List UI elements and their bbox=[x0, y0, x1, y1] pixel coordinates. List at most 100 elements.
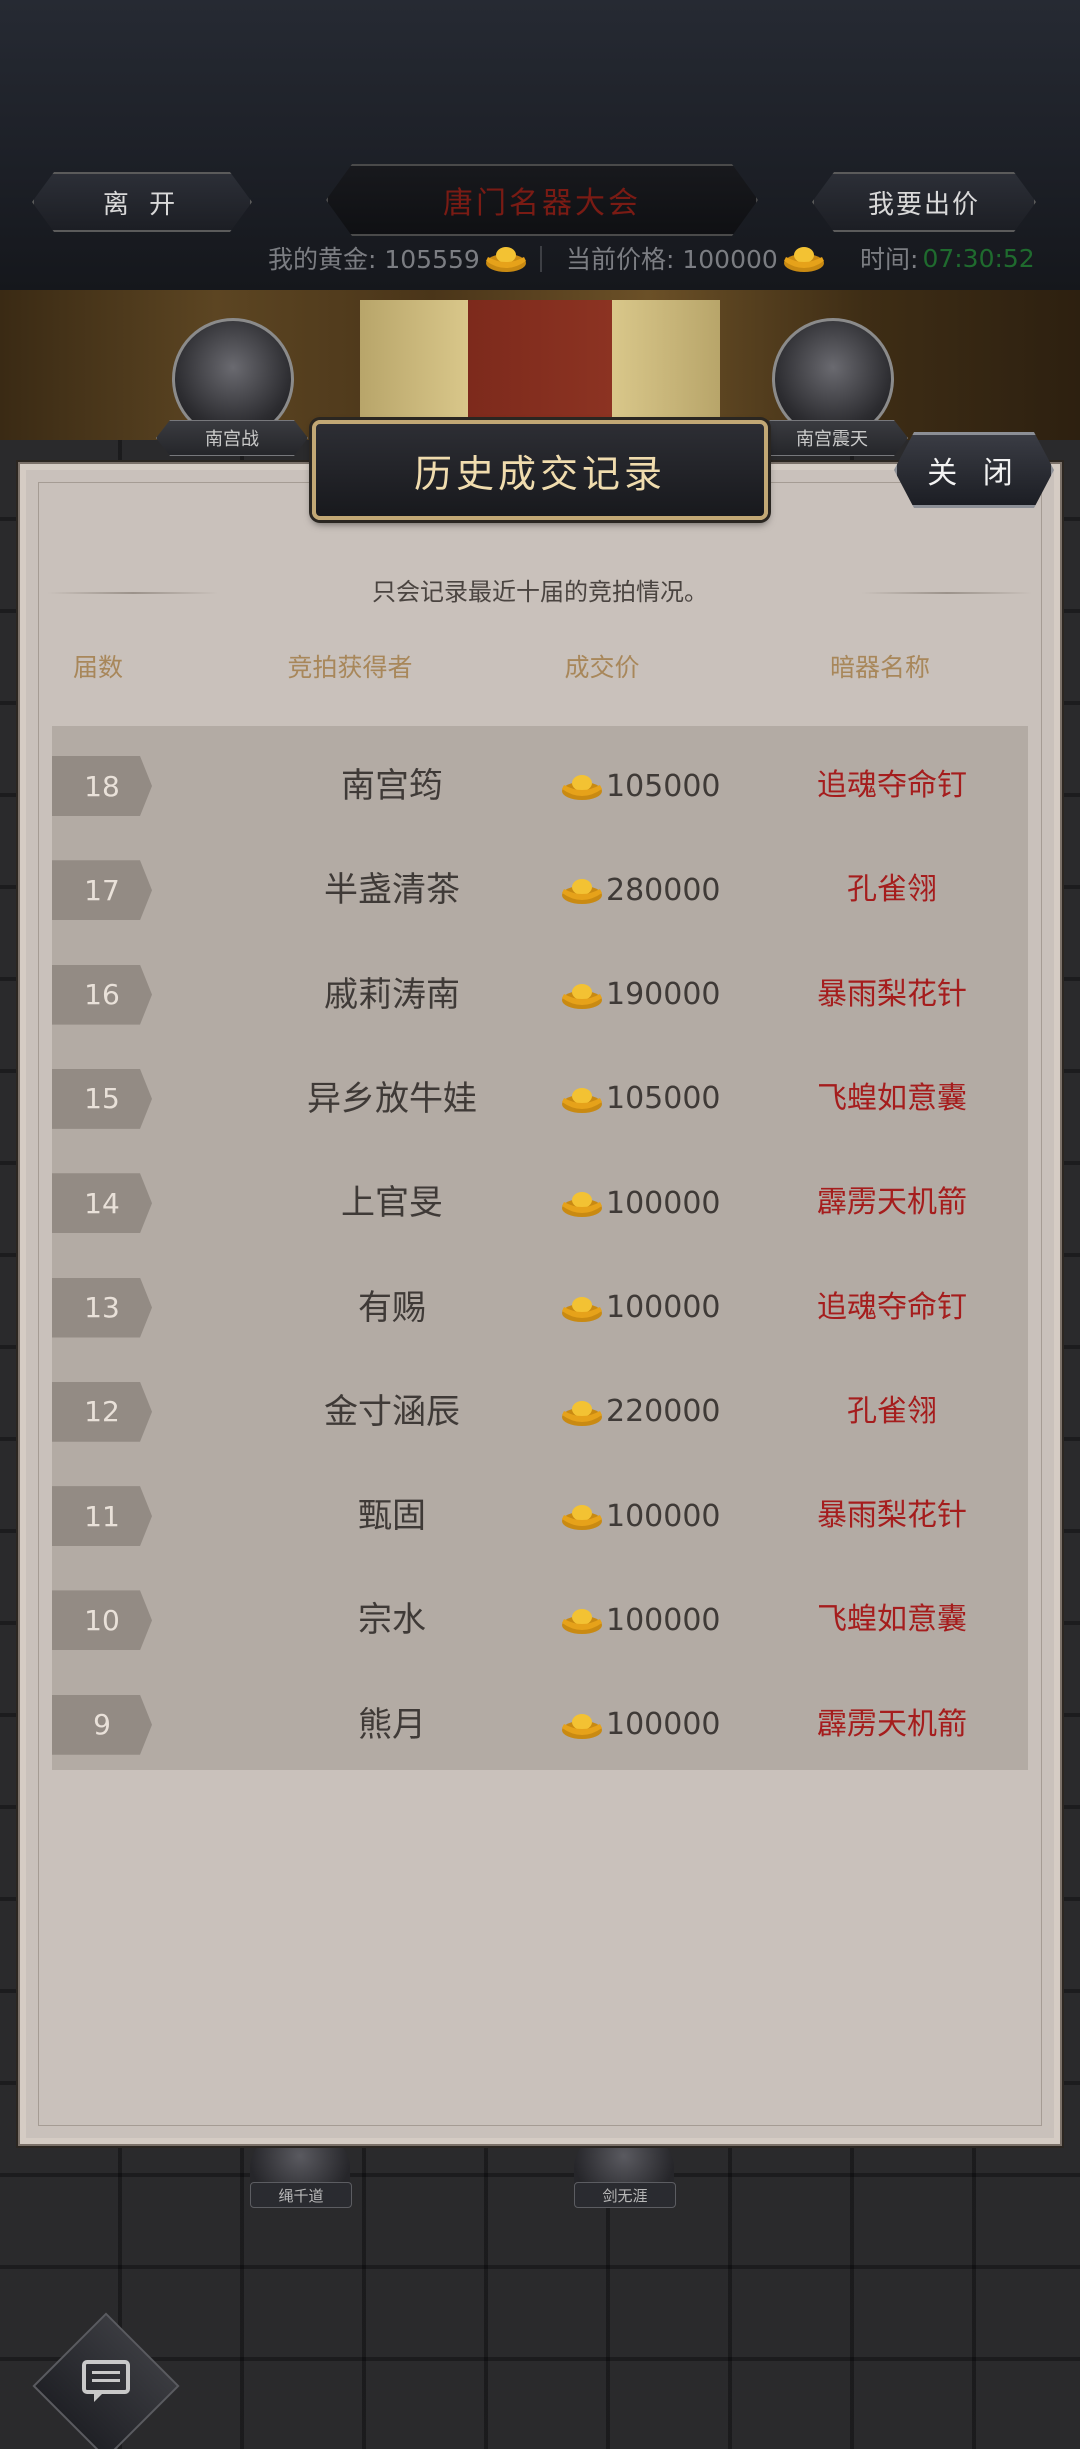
gold-ingot-icon bbox=[562, 1713, 602, 1739]
round-number: 9 bbox=[52, 1694, 152, 1755]
winner-name: 宗水 bbox=[358, 1600, 426, 1641]
deal-price-value: 100000 bbox=[606, 1290, 721, 1325]
deal-price: 190000 bbox=[560, 965, 760, 1025]
hall-door bbox=[360, 300, 720, 440]
my-gold-label: 我的黄金: 105559 bbox=[268, 245, 480, 274]
timer-label: 时间: bbox=[860, 245, 919, 274]
column-header-round: 届数 bbox=[72, 653, 123, 682]
gold-ingot-icon bbox=[562, 1192, 602, 1218]
deal-price-value: 100000 bbox=[606, 1602, 721, 1638]
table-row: 9 熊月 100000 霹雳天机箭 bbox=[52, 1665, 1028, 1769]
table-row: 10 宗水 100000 飞蝗如意囊 bbox=[52, 1560, 1028, 1664]
winner-name: 有赐 bbox=[358, 1287, 426, 1328]
round-number: 10 bbox=[52, 1590, 152, 1651]
deal-price: 105000 bbox=[560, 756, 760, 816]
weapon-name: 追魂夺命钉 bbox=[817, 1289, 967, 1325]
player-name-tag: 绳千道 bbox=[250, 2182, 352, 2208]
current-price: 当前价格: 100000 bbox=[566, 240, 826, 276]
deal-price-value: 100000 bbox=[606, 1707, 721, 1743]
table-row: 13 有赐 100000 追魂夺命钉 bbox=[52, 1248, 1028, 1352]
table-row: 14 上官旻 100000 霹雳天机箭 bbox=[52, 1143, 1028, 1247]
table-header: 届数 竞拍获得者 成交价 暗器名称 bbox=[50, 648, 1030, 688]
deal-price: 100000 bbox=[560, 1695, 760, 1755]
gold-ingot-icon bbox=[562, 1505, 602, 1531]
round-number: 18 bbox=[52, 756, 152, 816]
player-name-tag: 南宫战 bbox=[156, 420, 308, 456]
winner-name: 戚莉涛南 bbox=[324, 974, 460, 1015]
table-row: 12 金寸涵辰 220000 孔雀翎 bbox=[52, 1352, 1028, 1456]
dialog-note: 只会记录最近十届的竞拍情况。 bbox=[48, 572, 1032, 612]
auction-screen: 离 开 唐门名器大会 我要出价 我的黄金: 105559 当前价格: 10000… bbox=[0, 0, 1080, 2449]
auction-title: 唐门名器大会 bbox=[326, 164, 758, 236]
status-row: 我的黄金: 105559 当前价格: 100000 时间: 07:30:52 bbox=[0, 240, 1080, 278]
player-name-tag: 剑无涯 bbox=[574, 2182, 676, 2208]
weapon-name: 暴雨梨花针 bbox=[817, 976, 967, 1012]
table-row: 15 异乡放牛娃 105000 飞蝗如意囊 bbox=[52, 1039, 1028, 1143]
gold-ingot-icon bbox=[562, 983, 602, 1009]
gold-ingot-icon bbox=[562, 879, 602, 905]
round-number: 11 bbox=[52, 1486, 152, 1547]
round-number: 17 bbox=[52, 860, 152, 921]
close-button[interactable]: 关 闭 bbox=[894, 432, 1054, 508]
round-number: 16 bbox=[52, 964, 152, 1025]
weapon-name: 孔雀翎 bbox=[847, 1393, 937, 1429]
table-row: 16 戚莉涛南 190000 暴雨梨花针 bbox=[52, 935, 1028, 1039]
deal-price: 100000 bbox=[560, 1173, 760, 1233]
deal-price: 280000 bbox=[560, 860, 760, 920]
deal-price-value: 100000 bbox=[606, 1498, 721, 1534]
deal-price-value: 105000 bbox=[606, 768, 721, 804]
deal-price: 100000 bbox=[560, 1590, 760, 1650]
deal-price-value: 100000 bbox=[606, 1185, 721, 1221]
timer: 时间: 07:30:52 bbox=[860, 240, 1035, 276]
deal-price: 100000 bbox=[560, 1278, 760, 1338]
table-row: 17 半盏清茶 280000 孔雀翎 bbox=[52, 830, 1028, 934]
winner-name: 南宫筠 bbox=[341, 766, 443, 806]
weapon-name: 霹雳天机箭 bbox=[817, 1706, 967, 1742]
dialog-title: 历史成交记录 bbox=[312, 420, 768, 520]
player-name-tag: 南宫震天 bbox=[756, 420, 908, 456]
status-divider bbox=[540, 246, 542, 272]
gold-ingot-icon bbox=[562, 1296, 602, 1322]
bid-button[interactable]: 我要出价 bbox=[812, 172, 1036, 232]
round-number: 12 bbox=[52, 1381, 152, 1442]
winner-name: 异乡放牛娃 bbox=[307, 1078, 477, 1119]
winner-name: 上官旻 bbox=[341, 1183, 443, 1224]
winner-name: 金寸涵辰 bbox=[324, 1391, 460, 1432]
gold-ingot-icon bbox=[562, 775, 602, 800]
deal-price-value: 280000 bbox=[606, 872, 721, 908]
column-header-winner: 竞拍获得者 bbox=[287, 653, 413, 682]
gold-ingot-icon bbox=[562, 1609, 602, 1635]
table-row: 11 甄固 100000 暴雨梨花针 bbox=[52, 1456, 1028, 1560]
current-price-label: 当前价格: 100000 bbox=[566, 245, 778, 274]
gold-ingot-icon bbox=[562, 1087, 602, 1113]
table-row: 18 南宫筠 105000 追魂夺命钉 bbox=[52, 726, 1028, 830]
gold-ingot-icon bbox=[783, 247, 824, 272]
deal-price: 105000 bbox=[560, 1069, 760, 1129]
weapon-name: 飞蝗如意囊 bbox=[817, 1602, 967, 1638]
leave-button[interactable]: 离 开 bbox=[32, 172, 252, 232]
round-number: 13 bbox=[52, 1277, 152, 1338]
gold-ingot-icon bbox=[485, 247, 526, 272]
my-gold: 我的黄金: 105559 bbox=[268, 240, 528, 276]
column-header-price: 成交价 bbox=[564, 653, 640, 682]
round-number: 15 bbox=[52, 1068, 152, 1129]
weapon-name: 飞蝗如意囊 bbox=[817, 1080, 967, 1116]
round-number: 14 bbox=[52, 1173, 152, 1234]
weapon-name: 追魂夺命钉 bbox=[817, 768, 967, 803]
timer-value: 07:30:52 bbox=[922, 243, 1035, 273]
chat-icon[interactable] bbox=[80, 2358, 132, 2404]
ornament-line bbox=[862, 592, 1032, 594]
winner-name: 熊月 bbox=[358, 1704, 426, 1745]
gold-ingot-icon bbox=[562, 1400, 602, 1426]
deal-price-value: 105000 bbox=[606, 1081, 721, 1117]
weapon-name: 霹雳天机箭 bbox=[817, 1185, 967, 1221]
deal-price-value: 220000 bbox=[606, 1394, 721, 1430]
winner-name: 半盏清茶 bbox=[324, 870, 460, 911]
deal-price-value: 190000 bbox=[606, 977, 721, 1013]
column-header-weapon: 暗器名称 bbox=[829, 653, 930, 682]
weapon-name: 孔雀翎 bbox=[847, 872, 937, 908]
deal-price: 220000 bbox=[560, 1382, 760, 1442]
deal-price: 100000 bbox=[560, 1486, 760, 1546]
winner-name: 甄固 bbox=[358, 1496, 426, 1537]
weapon-name: 暴雨梨花针 bbox=[817, 1498, 967, 1534]
